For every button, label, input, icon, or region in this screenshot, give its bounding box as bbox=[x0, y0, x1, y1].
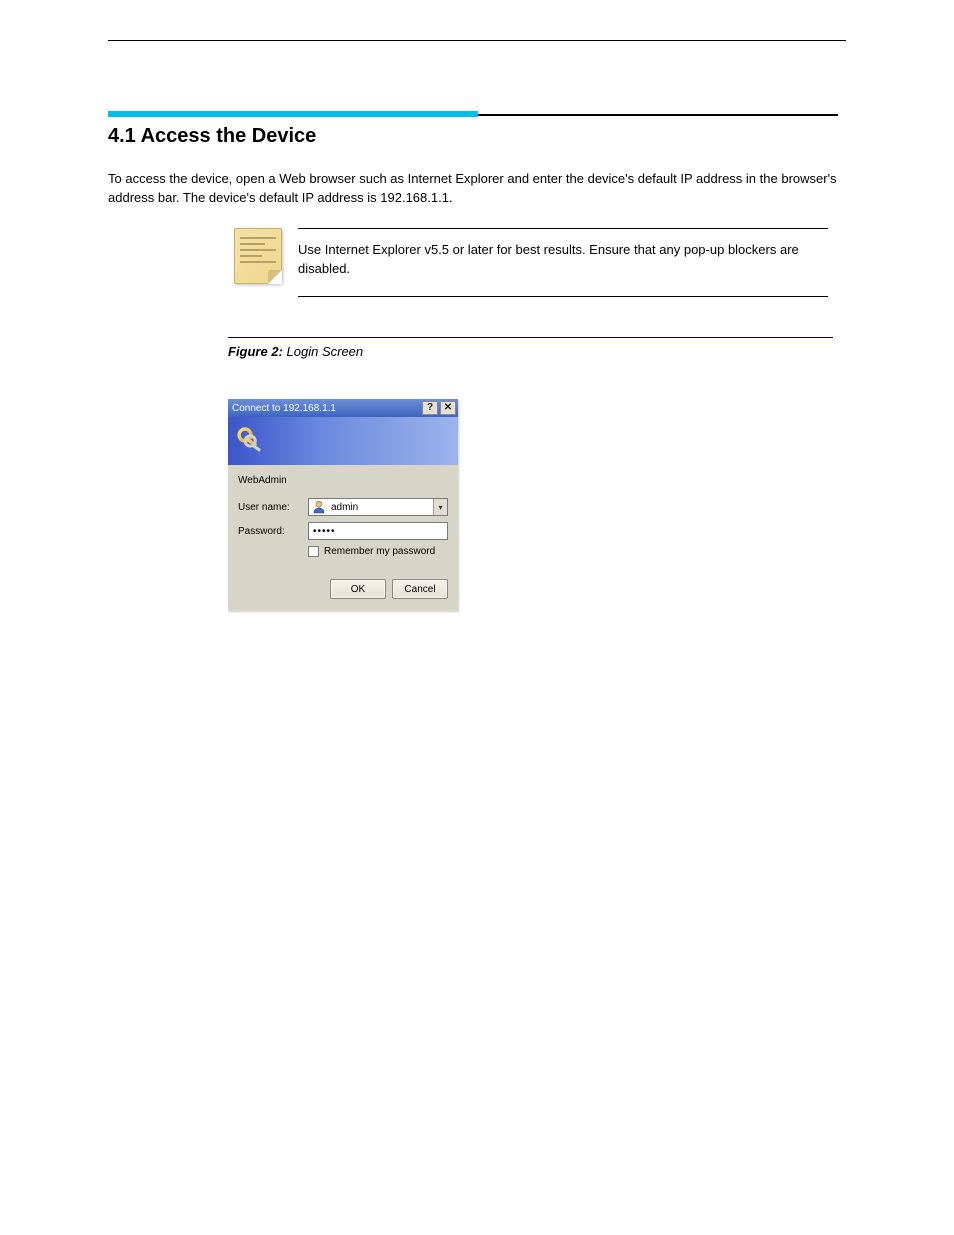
help-button[interactable]: ? bbox=[422, 401, 438, 415]
chevron-down-icon: ▾ bbox=[438, 503, 442, 512]
body-paragraph: To access the device, open a Web browser… bbox=[108, 170, 846, 208]
note-bottom-rule bbox=[298, 296, 828, 297]
header-rule bbox=[108, 40, 846, 41]
section-heading-block: 4.1 Access the Device bbox=[108, 111, 846, 148]
accent-bar bbox=[108, 111, 478, 117]
dropdown-button[interactable]: ▾ bbox=[433, 499, 447, 515]
user-icon bbox=[312, 500, 326, 514]
figure-label: Figure 2: bbox=[228, 344, 283, 359]
username-value: admin bbox=[329, 502, 433, 513]
heading-rule bbox=[478, 114, 838, 116]
realm-label: WebAdmin bbox=[238, 475, 448, 486]
remember-checkbox[interactable] bbox=[308, 546, 319, 557]
dialog-titlebar: Connect to 192.168.1.1 ? ✕ bbox=[228, 399, 458, 417]
username-label: User name: bbox=[238, 502, 308, 513]
remember-label: Remember my password bbox=[324, 546, 435, 557]
password-input[interactable]: ••••• bbox=[308, 522, 448, 540]
note-top-rule bbox=[298, 228, 828, 229]
section-heading: 4.1 Access the Device bbox=[108, 125, 846, 148]
username-input[interactable]: admin ▾ bbox=[308, 498, 448, 516]
figure-rule bbox=[228, 337, 833, 338]
login-dialog: Connect to 192.168.1.1 ? ✕ bbox=[228, 399, 458, 611]
password-mask: ••••• bbox=[313, 526, 336, 537]
cancel-button[interactable]: Cancel bbox=[392, 579, 448, 599]
password-label: Password: bbox=[238, 526, 308, 537]
note-text: Use Internet Explorer v5.5 or later for … bbox=[298, 241, 828, 279]
ok-button[interactable]: OK bbox=[330, 579, 386, 599]
dialog-title: Connect to 192.168.1.1 bbox=[232, 403, 422, 414]
dialog-banner bbox=[228, 417, 458, 465]
note-block: Use Internet Explorer v5.5 or later for … bbox=[228, 228, 828, 298]
figure-caption-text: Login Screen bbox=[287, 344, 364, 359]
figure-caption: Figure 2: Login Screen bbox=[228, 344, 846, 359]
close-button[interactable]: ✕ bbox=[440, 401, 456, 415]
keys-icon bbox=[234, 424, 268, 458]
note-icon bbox=[234, 228, 282, 284]
